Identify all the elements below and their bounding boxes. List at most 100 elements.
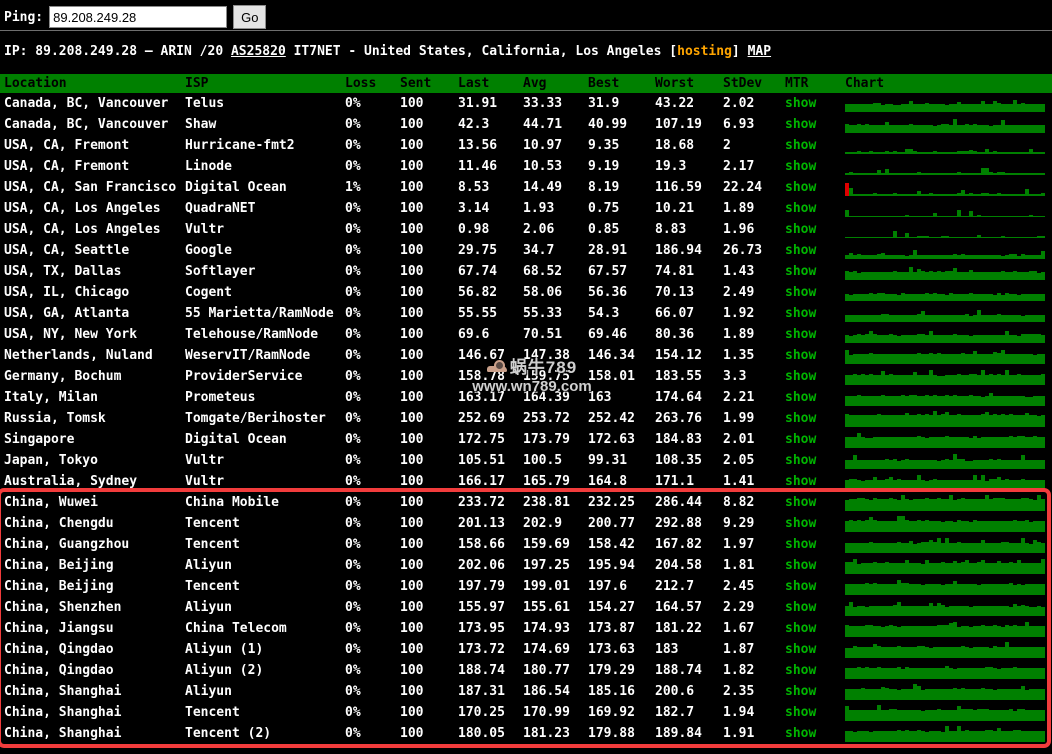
cell-sent: 100 [400, 555, 458, 576]
cell-isp: Aliyun [185, 597, 345, 618]
mtr-show-link[interactable]: show [785, 243, 816, 258]
mtr-show-link[interactable]: show [785, 600, 816, 615]
mtr-show-link[interactable]: show [785, 96, 816, 111]
cell-last: 55.55 [458, 303, 523, 324]
cell-sent: 100 [400, 261, 458, 282]
cell-best: 31.9 [588, 93, 655, 114]
cell-mtr: show [785, 513, 845, 534]
mtr-show-link[interactable]: show [785, 180, 816, 195]
map-link[interactable]: MAP [748, 44, 771, 59]
ip-summary-line: IP: 89.208.249.28 – ARIN /20 AS25820 IT7… [0, 31, 1052, 59]
cell-sent: 100 [400, 723, 458, 744]
mtr-show-link[interactable]: show [785, 159, 816, 174]
latency-sparkline [845, 578, 1048, 595]
cell-worst: 19.3 [655, 156, 723, 177]
cell-last: 197.79 [458, 576, 523, 597]
cell-best: 172.63 [588, 429, 655, 450]
cell-loss: 0% [345, 555, 400, 576]
table-row: China, ShanghaiTencent (2)0%100180.05181… [0, 723, 1052, 744]
cell-isp: Tomgate/Berihoster [185, 408, 345, 429]
cell-stdev: 2.21 [723, 387, 785, 408]
mtr-show-link[interactable]: show [785, 579, 816, 594]
cell-stdev: 1.91 [723, 723, 785, 744]
cell-isp: Digital Ocean [185, 177, 345, 198]
cell-stdev: 1.35 [723, 345, 785, 366]
latency-sparkline [845, 368, 1048, 385]
cell-last: 0.98 [458, 219, 523, 240]
mtr-show-link[interactable]: show [785, 621, 816, 636]
mtr-show-link[interactable]: show [785, 663, 816, 678]
mtr-show-link[interactable]: show [785, 411, 816, 426]
cell-mtr: show [785, 429, 845, 450]
cell-best: 158.42 [588, 534, 655, 555]
table-row: USA, CA, FremontLinode0%10011.4610.539.1… [0, 156, 1052, 177]
mtr-show-link[interactable]: show [785, 432, 816, 447]
col-header-location: Location [0, 74, 185, 93]
asn-link[interactable]: AS25820 [231, 44, 286, 59]
cell-worst: 181.22 [655, 618, 723, 639]
mtr-show-link[interactable]: show [785, 327, 816, 342]
cell-best: 200.77 [588, 513, 655, 534]
cell-chart [845, 219, 1052, 240]
cell-stdev: 6.93 [723, 114, 785, 135]
mtr-show-link[interactable]: show [785, 642, 816, 657]
cell-worst: 66.07 [655, 303, 723, 324]
mtr-show-link[interactable]: show [785, 453, 816, 468]
go-button[interactable]: Go [233, 5, 266, 29]
mtr-show-link[interactable]: show [785, 285, 816, 300]
cell-stdev: 26.73 [723, 240, 785, 261]
latency-sparkline [845, 347, 1048, 364]
mtr-show-link[interactable]: show [785, 306, 816, 321]
cell-loss: 0% [345, 156, 400, 177]
cell-stdev: 1.43 [723, 261, 785, 282]
ping-label: Ping: [4, 10, 43, 25]
cell-worst: 74.81 [655, 261, 723, 282]
cell-stdev: 8.82 [723, 492, 785, 513]
mtr-show-link[interactable]: show [785, 369, 816, 384]
cell-chart [845, 639, 1052, 660]
latency-sparkline [845, 536, 1048, 553]
mtr-show-link[interactable]: show [785, 117, 816, 132]
cell-best: 173.63 [588, 639, 655, 660]
cell-loss: 0% [345, 114, 400, 135]
mtr-show-link[interactable]: show [785, 474, 816, 489]
cell-best: 173.87 [588, 618, 655, 639]
cell-avg: 10.97 [523, 135, 588, 156]
ping-target-input[interactable] [49, 6, 227, 28]
mtr-show-link[interactable]: show [785, 726, 816, 741]
cell-sent: 100 [400, 198, 458, 219]
cell-best: 9.19 [588, 156, 655, 177]
cell-stdev: 1.99 [723, 408, 785, 429]
mtr-show-link[interactable]: show [785, 390, 816, 405]
cell-worst: 183 [655, 639, 723, 660]
cell-avg: 2.06 [523, 219, 588, 240]
mtr-show-link[interactable]: show [785, 495, 816, 510]
cell-isp: China Mobile [185, 492, 345, 513]
mtr-show-link[interactable]: show [785, 201, 816, 216]
cell-sent: 100 [400, 387, 458, 408]
mtr-show-link[interactable]: show [785, 558, 816, 573]
mtr-show-link[interactable]: show [785, 348, 816, 363]
mtr-show-link[interactable]: show [785, 537, 816, 552]
cell-location: Canada, BC, Vancouver [0, 114, 185, 135]
cell-avg: 70.51 [523, 324, 588, 345]
cell-worst: 8.83 [655, 219, 723, 240]
cell-loss: 0% [345, 429, 400, 450]
mtr-show-link[interactable]: show [785, 138, 816, 153]
mtr-show-link[interactable]: show [785, 684, 816, 699]
cell-isp: China Telecom [185, 618, 345, 639]
mtr-show-link[interactable]: show [785, 264, 816, 279]
latency-sparkline [845, 305, 1048, 322]
cell-isp: Digital Ocean [185, 429, 345, 450]
cell-isp: Vultr [185, 219, 345, 240]
mtr-show-link[interactable]: show [785, 516, 816, 531]
cell-best: 195.94 [588, 555, 655, 576]
cell-isp: Softlayer [185, 261, 345, 282]
cell-best: 9.35 [588, 135, 655, 156]
cell-isp: Google [185, 240, 345, 261]
mtr-show-link[interactable]: show [785, 705, 816, 720]
latency-sparkline [845, 263, 1048, 280]
mtr-show-link[interactable]: show [785, 222, 816, 237]
cell-best: 69.46 [588, 324, 655, 345]
cell-stdev: 1.82 [723, 660, 785, 681]
